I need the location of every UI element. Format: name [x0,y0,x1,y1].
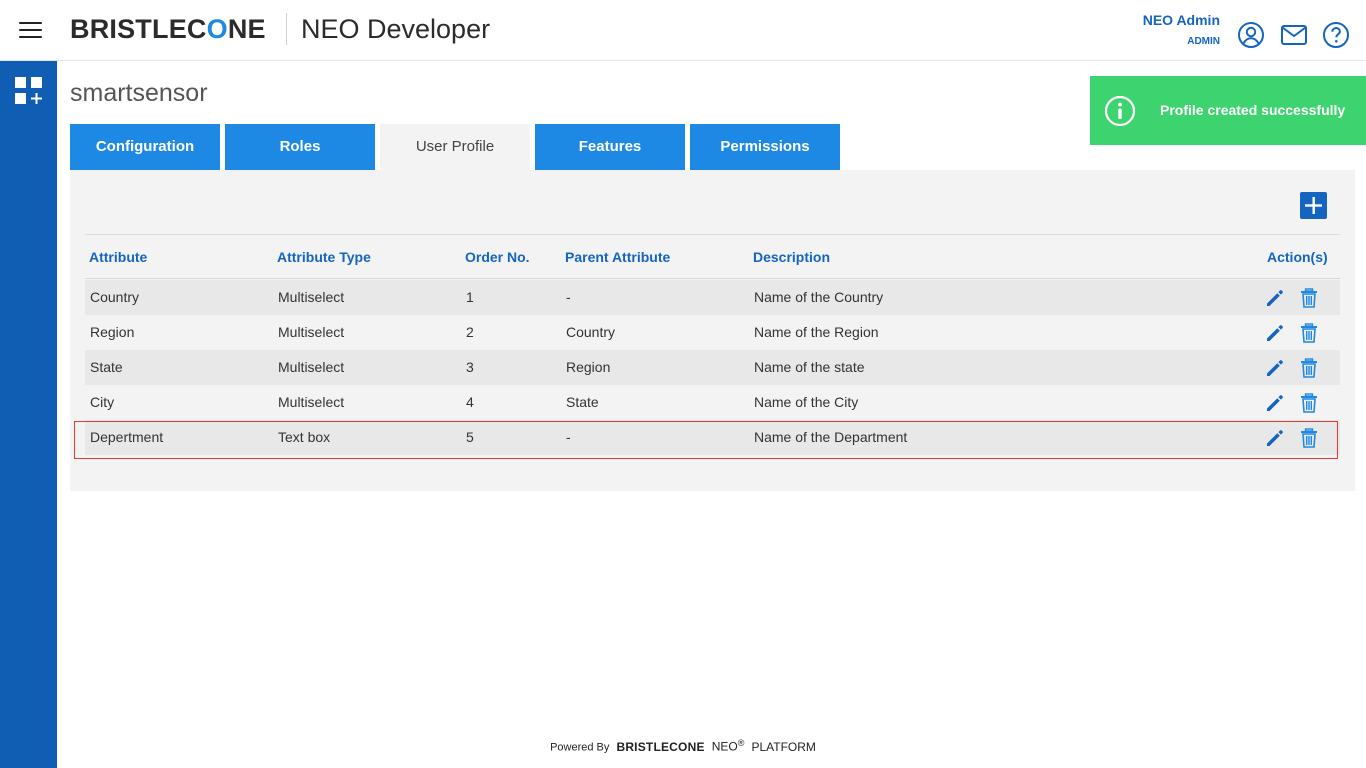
cell-description: Name of the Region [754,324,879,340]
mail-icon[interactable] [1280,21,1308,49]
table-row: State Multiselect 3 Region Name of the s… [85,350,1340,385]
tab-user-profile[interactable]: User Profile [380,124,530,170]
table-row: Depertment Text box 5 - Name of the Depa… [85,420,1340,455]
cell-attribute: State [90,359,123,375]
delete-icon[interactable] [1298,322,1320,344]
cell-parent-attribute: Country [566,324,616,340]
edit-icon[interactable] [1264,322,1286,344]
column-header-parent-attribute[interactable]: Parent Attribute [565,249,670,265]
column-header-description[interactable]: Description [753,249,830,265]
edit-icon[interactable] [1264,357,1286,379]
tab-roles[interactable]: Roles [225,124,375,170]
delete-icon[interactable] [1298,427,1320,449]
cell-order-no: 5 [466,429,474,445]
edit-icon[interactable] [1264,427,1286,449]
cell-attribute-type: Text box [278,429,331,445]
brand-logo: BRISTLECONE [70,14,266,44]
tab-configuration[interactable]: Configuration [70,124,220,170]
cell-attribute: Depertment [90,429,164,445]
column-header-order-no[interactable]: Order No. [465,249,530,265]
table-header: Attribute Attribute Type Order No. Paren… [85,235,1340,279]
app-title: NEO Developer [301,14,491,44]
hamburger-menu-icon[interactable] [19,21,42,39]
help-icon[interactable] [1322,21,1350,49]
delete-icon[interactable] [1298,392,1320,414]
cell-parent-attribute: - [566,429,571,445]
cell-order-no: 2 [466,324,474,340]
table-row: Region Multiselect 2 Country Name of the… [85,315,1340,350]
delete-icon[interactable] [1298,287,1320,309]
column-header-attribute-type[interactable]: Attribute Type [277,249,371,265]
add-attribute-button[interactable] [1300,192,1327,219]
footer-registered-mark: ® [737,738,745,748]
info-icon [1104,95,1136,127]
cell-order-no: 1 [466,289,474,305]
footer: Powered By BRISTLECONE NEO® PLATFORM [0,738,1366,754]
sidebar [0,61,57,768]
cell-attribute-type: Multiselect [278,359,345,375]
user-role: ADMIN [1187,36,1220,47]
cell-order-no: 3 [466,359,474,375]
edit-icon[interactable] [1264,287,1286,309]
apps-add-icon[interactable] [14,76,44,106]
footer-platform: PLATFORM [751,739,816,754]
cell-attribute-type: Multiselect [278,394,345,410]
cell-attribute: Region [90,324,135,340]
cell-attribute: Country [90,289,140,305]
cell-description: Name of the Country [754,289,884,305]
cell-attribute: City [90,394,115,410]
edit-icon[interactable] [1264,392,1286,414]
cell-description: Name of the City [754,394,859,410]
success-toast: Profile created successfully [1090,76,1366,145]
user-profile-panel: Attribute Attribute Type Order No. Paren… [70,170,1355,491]
delete-icon[interactable] [1298,357,1320,379]
cell-parent-attribute: Region [566,359,611,375]
table-row: Country Multiselect 1 - Name of the Coun… [85,280,1340,315]
account-circle-icon[interactable] [1237,21,1265,49]
plus-icon [1305,197,1322,214]
tab-permissions[interactable]: Permissions [690,124,840,170]
column-header-actions: Action(s) [1267,249,1328,265]
column-header-attribute[interactable]: Attribute [89,249,147,265]
table-row: City Multiselect 4 State Name of the Cit… [85,385,1340,420]
cell-description: Name of the state [754,359,865,375]
header-divider [286,13,287,45]
toast-message: Profile created successfully [1160,102,1346,118]
cell-order-no: 4 [466,394,474,410]
cell-attribute-type: Multiselect [278,289,345,305]
footer-neo: NEO [711,739,738,754]
footer-powered-by: Powered By [550,741,610,754]
cell-description: Name of the Department [754,429,908,445]
user-name[interactable]: NEO Admin [1143,12,1220,28]
page-title: smartsensor [70,79,208,107]
cell-parent-attribute: State [566,394,599,410]
cell-parent-attribute: - [566,289,571,305]
tab-features[interactable]: Features [535,124,685,170]
top-bar: BRISTLECONE NEO Developer NEO Admin ADMI… [0,0,1366,61]
cell-attribute-type: Multiselect [278,324,345,340]
footer-brand: BRISTLECONE [616,739,705,754]
